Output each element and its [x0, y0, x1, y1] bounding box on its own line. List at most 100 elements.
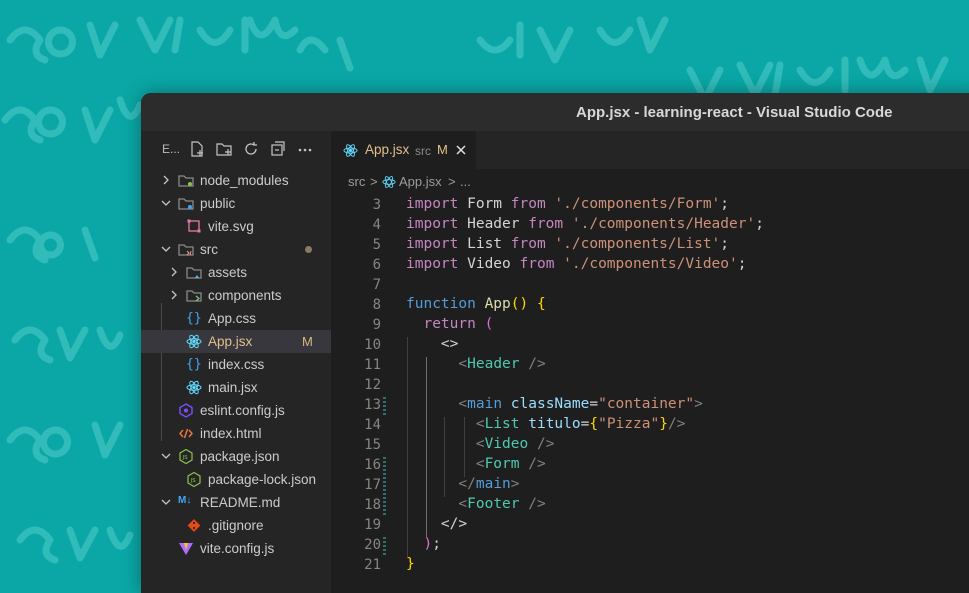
tree-item-package-lock-json[interactable]: JS package-lock.json	[141, 468, 331, 491]
tree-item-node-modules[interactable]: node_modules	[141, 169, 331, 192]
src-folder-icon	[178, 242, 194, 257]
code-token: >	[510, 476, 520, 492]
line-number: 16	[364, 457, 381, 473]
code-token: return	[423, 316, 485, 332]
node-icon: JS	[178, 448, 194, 465]
code-token: main	[467, 396, 511, 412]
chevron-down-icon	[161, 453, 171, 459]
tree-item-index-css[interactable]: {} index.css	[141, 353, 331, 376]
breadcrumb-folder[interactable]: src	[348, 174, 365, 189]
tree-item-main-jsx[interactable]: main.jsx	[141, 376, 331, 399]
indent-guide	[464, 417, 465, 477]
code-token: <	[475, 416, 485, 432]
tree-item-src[interactable]: src	[141, 238, 331, 261]
svg-text:JS: JS	[190, 478, 197, 484]
code-token: "container"	[598, 396, 695, 412]
code-token: ;	[720, 196, 730, 212]
chevron-right-icon	[163, 175, 169, 185]
line-number: 15	[364, 437, 381, 453]
code-token: Form	[484, 456, 520, 472]
git-gutter-marker	[383, 497, 386, 515]
tree-item-app-jsx[interactable]: App.jsx M	[141, 330, 331, 353]
git-gutter-marker	[383, 477, 386, 495]
indent-guide	[444, 417, 445, 497]
title-bar: App.jsx - learning-react - Visual Studio…	[141, 93, 969, 131]
breadcrumb-more[interactable]: ...	[460, 174, 471, 189]
chevron-down-icon	[161, 200, 171, 206]
line-number: 10	[364, 337, 381, 353]
code-line: import Header from './components/Header'…	[406, 216, 764, 232]
explorer-title: E...	[162, 142, 181, 156]
line-number: 8	[372, 297, 381, 313]
git-gutter-marker	[383, 457, 386, 475]
code-token: <	[458, 356, 468, 372]
line-number: 9	[372, 317, 381, 333]
code-token: <	[475, 456, 485, 472]
code-token: from	[510, 236, 555, 252]
new-file-icon[interactable]	[188, 140, 206, 158]
tree-item-index-html[interactable]: index.html	[141, 422, 331, 445]
code-token: =	[589, 396, 599, 412]
collapse-all-icon[interactable]	[269, 140, 287, 158]
code-line: import Form from './components/Form';	[406, 196, 729, 212]
code-token: "Pizza"	[598, 416, 660, 432]
code-token: ;	[737, 256, 747, 272]
tree-item-vite-config[interactable]: vite.config.js	[141, 537, 331, 560]
code-line: return (	[406, 316, 493, 332]
line-number: 12	[364, 377, 381, 393]
line-number: 5	[372, 237, 381, 253]
breadcrumb-file[interactable]: App.jsx	[399, 174, 442, 189]
code-token: <	[475, 436, 485, 452]
tree-item-label: src	[200, 242, 218, 257]
code-token: />	[528, 436, 555, 452]
refresh-icon[interactable]	[242, 140, 260, 158]
css-file-icon: {}	[186, 311, 202, 326]
indent-guide	[426, 357, 427, 537]
tree-item-app-css[interactable]: {} App.css	[141, 307, 331, 330]
tree-item-package-json[interactable]: JS package.json	[141, 445, 331, 468]
tree-item-label: public	[200, 196, 236, 211]
node-icon: JS	[186, 471, 202, 488]
code-token: './components/Video'	[563, 256, 738, 272]
tree-item-assets[interactable]: assets	[141, 261, 331, 284]
code-token: (	[484, 316, 494, 332]
code-token: Header	[467, 356, 520, 372]
code-line: }	[406, 556, 415, 572]
code-token: />	[519, 496, 546, 512]
line-number: 11	[364, 357, 381, 373]
line-number: 6	[372, 257, 381, 273]
code-line: </>	[406, 516, 467, 532]
tree-item-gitignore[interactable]: .gitignore	[141, 514, 331, 537]
code-token: List	[467, 236, 511, 252]
git-icon	[186, 518, 202, 533]
tab-modified-badge: M	[437, 142, 448, 157]
tree-item-label: package-lock.json	[208, 472, 317, 487]
tree-item-components[interactable]: components	[141, 284, 331, 307]
line-number: 14	[364, 417, 381, 433]
react-icon	[382, 175, 396, 189]
tree-item-public[interactable]: public	[141, 192, 331, 215]
line-number: 18	[364, 497, 381, 513]
tree-item-label: App.css	[208, 311, 257, 326]
code-line: import List from './components/List';	[406, 236, 729, 252]
svg-text:JS: JS	[182, 455, 189, 461]
new-folder-icon[interactable]	[215, 140, 233, 158]
css-file-icon: {}	[186, 357, 202, 372]
code-token: Footer	[467, 496, 520, 512]
modified-dot	[305, 246, 312, 253]
code-token: from	[519, 256, 564, 272]
folder-icon	[178, 173, 194, 188]
code-token: ()	[510, 296, 537, 312]
tree-item-eslint-config[interactable]: eslint.config.js	[141, 399, 331, 422]
tab-app-jsx[interactable]: App.jsx src M	[331, 131, 476, 169]
close-icon[interactable]	[455, 144, 467, 156]
chevron-right-icon	[171, 290, 177, 300]
tree-item-vite-svg[interactable]: vite.svg	[141, 215, 331, 238]
tree-item-readme[interactable]: M↓ README.md	[141, 491, 331, 514]
code-token: App	[484, 296, 511, 312]
more-icon[interactable]	[296, 140, 314, 158]
code-token: './components/Header'	[571, 216, 756, 232]
